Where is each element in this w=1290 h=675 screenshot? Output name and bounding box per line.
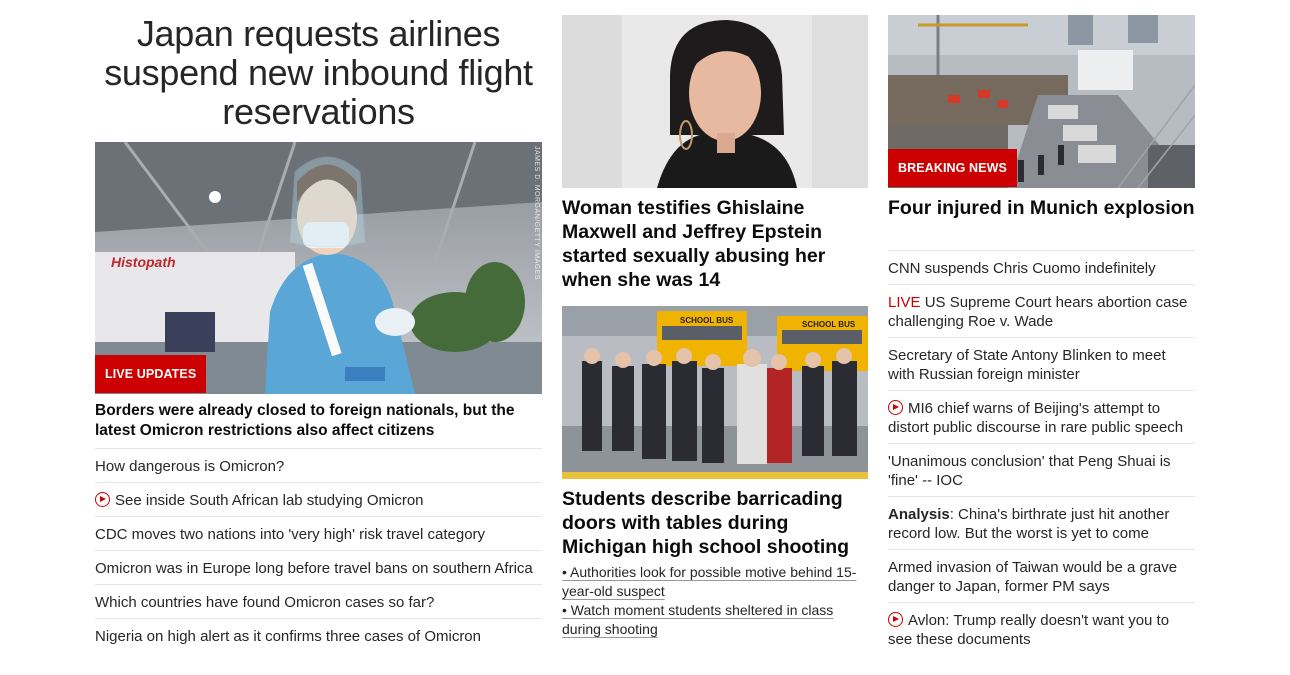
analysis-label: Analysis [888,506,950,523]
list-item[interactable]: CNN suspends Chris Cuomo indefinitely [888,250,1195,284]
list-item[interactable]: 'Unanimous conclusion' that Peng Shuai i… [888,443,1195,496]
list-item[interactable]: LIVE US Supreme Court hears abortion cas… [888,284,1195,337]
maxwell-headline[interactable]: Woman testifies Ghislaine Maxwell and Je… [562,196,868,292]
list-item[interactable]: Avlon: Trump really doesn't want you to … [888,602,1195,655]
munich-photo[interactable]: BREAKING NEWS [888,15,1195,188]
photo-credit: JAMES D. MORGAN/GETTY IMAGES [533,146,540,281]
shooting-headline[interactable]: Students describe barricading doors with… [562,487,868,559]
sub-link-motive[interactable]: • Authorities look for possible motive b… [562,563,868,601]
maxwell-photo[interactable] [562,15,868,188]
live-label: LIVE [888,294,921,311]
play-icon [95,492,110,507]
list-item[interactable]: How dangerous is Omicron? [95,448,542,482]
lead-related-list: How dangerous is Omicron? See inside Sou… [95,448,542,652]
sub-link-watch[interactable]: • Watch moment students sheltered in cla… [562,601,868,639]
list-item[interactable]: Nigeria on high alert as it confirms thr… [95,618,542,652]
live-updates-badge: LIVE UPDATES [95,355,207,393]
bus-label: SCHOOL BUS [680,316,734,325]
list-item[interactable]: See inside South African lab studying Om… [95,482,542,516]
list-item[interactable]: MI6 chief warns of Beijing's attempt to … [888,390,1195,443]
lead-headline[interactable]: Japan requests airlines suspend new inbo… [95,14,542,131]
list-item[interactable]: Which countries have found Omicron cases… [95,584,542,618]
play-icon [888,400,903,415]
list-item[interactable]: CDC moves two nations into 'very high' r… [95,516,542,550]
play-icon [888,612,903,627]
list-item[interactable]: Omicron was in Europe long before travel… [95,550,542,584]
school-shooting-photo[interactable]: SCHOOL BUS SCHOOL BUS [562,306,868,479]
bus-label: SCHOOL BUS [802,320,856,329]
right-headline-list: CNN suspends Chris Cuomo indefinitely LI… [888,250,1195,655]
lead-photo[interactable]: Histopath JAMES D. MORGAN/GETTY IMAGES L… [95,142,542,394]
list-item[interactable]: Armed invasion of Taiwan would be a grav… [888,549,1195,602]
breaking-news-badge: BREAKING NEWS [888,149,1017,187]
list-item[interactable]: Secretary of State Antony Blinken to mee… [888,337,1195,390]
munich-headline[interactable]: Four injured in Munich explosion [888,196,1195,220]
list-item[interactable]: Analysis: China's birthrate just hit ano… [888,496,1195,549]
photo-sign: Histopath [111,254,176,270]
lead-subhead[interactable]: Borders were already closed to foreign n… [95,401,542,441]
